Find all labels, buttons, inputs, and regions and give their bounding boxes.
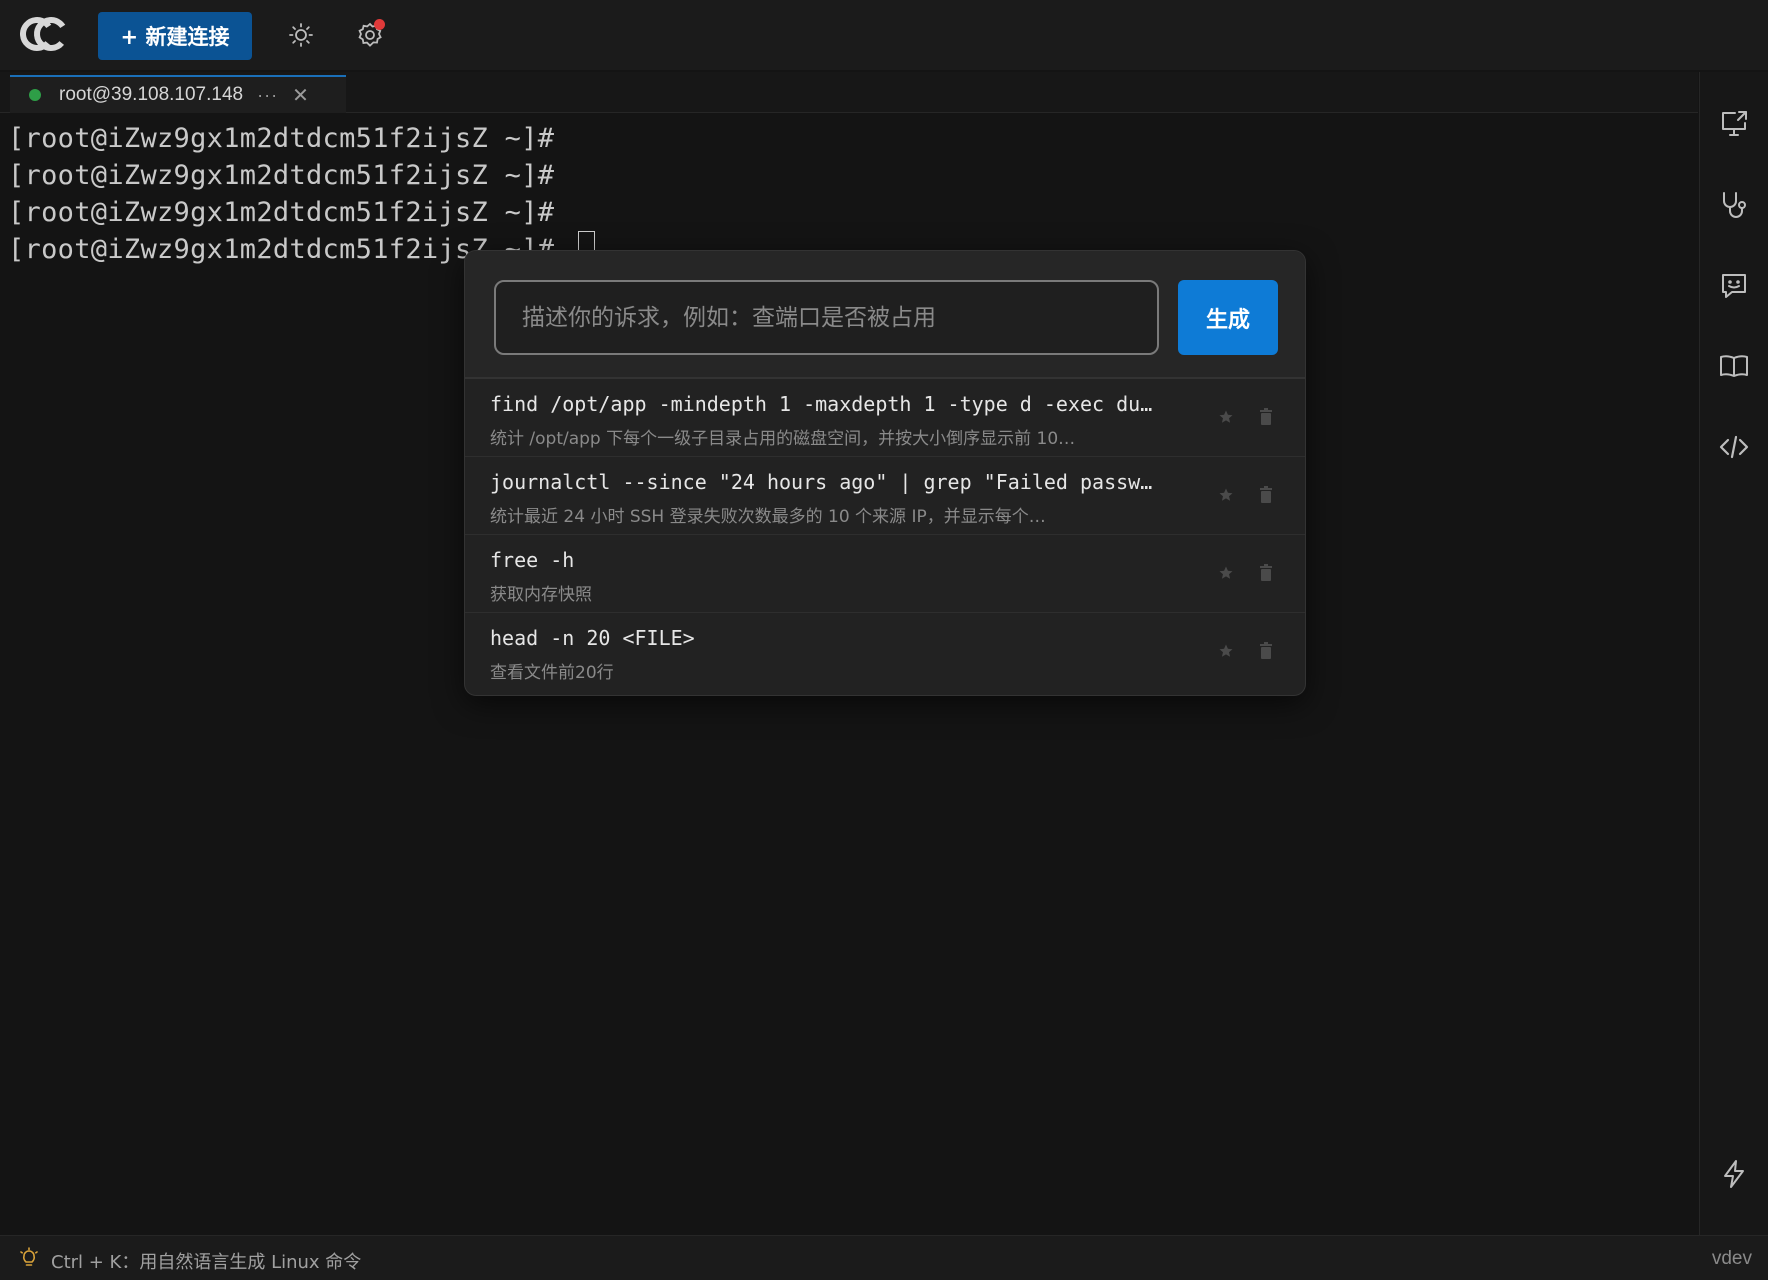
right-sidebar: [1699, 72, 1768, 1235]
close-icon[interactable]: ✕: [292, 83, 309, 108]
tab-session[interactable]: root@39.108.107.148 ··· ✕: [10, 75, 346, 113]
lightbulb-icon: [18, 1247, 40, 1269]
book-icon[interactable]: [1716, 348, 1752, 384]
history-command: journalctl --since "24 hours ago" | grep…: [490, 470, 1153, 494]
tab-bar: root@39.108.107.148 ··· ✕: [0, 72, 1698, 113]
stethoscope-icon[interactable]: [1716, 187, 1752, 223]
history-description: 统计最近 24 小时 SSH 登录失败次数最多的 10 个来源 IP，并显示每个…: [490, 507, 1046, 527]
trash-icon[interactable]: [1256, 484, 1276, 506]
gear-icon[interactable]: [353, 18, 387, 52]
monitor-share-icon[interactable]: [1716, 106, 1752, 142]
cc-logo-icon: [20, 14, 68, 54]
current-user: vdev: [1711, 1248, 1752, 1269]
terminal-line: [root@iZwz9gx1m2dtdcm51f2ijsZ ~]#: [8, 197, 555, 228]
notification-badge: [374, 19, 385, 30]
shortcut-hint: Ctrl + K：用自然语言生成 Linux 命令: [51, 1252, 362, 1273]
prompt-area: 生成: [465, 251, 1305, 379]
history-command: find /opt/app -mindepth 1 -maxdepth 1 -t…: [490, 392, 1153, 416]
ai-command-popup: 生成 find /opt/app -mindepth 1 -maxdepth 1…: [464, 250, 1306, 696]
history-item[interactable]: find /opt/app -mindepth 1 -maxdepth 1 -t…: [465, 379, 1305, 457]
star-icon[interactable]: [1216, 641, 1236, 661]
sun-icon[interactable]: [284, 18, 318, 52]
trash-icon[interactable]: [1256, 640, 1276, 662]
status-bar: Ctrl + K：用自然语言生成 Linux 命令 vdev: [0, 1235, 1768, 1280]
trash-icon[interactable]: [1256, 562, 1276, 584]
tab-more-button[interactable]: ···: [257, 85, 278, 106]
history-description: 统计 /opt/app 下每个一级子目录占用的磁盘空间，并按大小倒序显示前 10…: [490, 429, 1076, 449]
history-command: head -n 20 <FILE>: [490, 626, 695, 650]
monitor-share-icon[interactable]: [1716, 72, 1752, 108]
lightning-icon[interactable]: [1716, 1156, 1752, 1192]
connection-status-dot: [29, 89, 41, 101]
history-item[interactable]: head -n 20 <FILE> 查看文件前20行: [465, 613, 1305, 691]
tab-label: root@39.108.107.148: [59, 84, 244, 105]
star-icon[interactable]: [1216, 485, 1236, 505]
terminal-line: [root@iZwz9gx1m2dtdcm51f2ijsZ ~]#: [8, 160, 555, 191]
nl-prompt-input[interactable]: [494, 280, 1159, 355]
history-item[interactable]: journalctl --since "24 hours ago" | grep…: [465, 457, 1305, 535]
generate-button[interactable]: 生成: [1178, 280, 1278, 355]
top-toolbar: + 新建连接: [0, 0, 1768, 70]
new-connection-button[interactable]: + 新建连接: [98, 12, 252, 60]
history-description: 获取内存快照: [490, 585, 592, 605]
star-icon[interactable]: [1216, 407, 1236, 427]
star-icon[interactable]: [1216, 563, 1236, 583]
history-item[interactable]: free -h 获取内存快照: [465, 535, 1305, 613]
chat-bot-icon[interactable]: [1716, 268, 1752, 304]
history-command: free -h: [490, 548, 575, 572]
terminal-line: [root@iZwz9gx1m2dtdcm51f2ijsZ ~]#: [8, 123, 555, 154]
trash-icon[interactable]: [1256, 406, 1276, 428]
history-description: 查看文件前20行: [490, 663, 614, 683]
code-icon[interactable]: [1716, 429, 1752, 465]
